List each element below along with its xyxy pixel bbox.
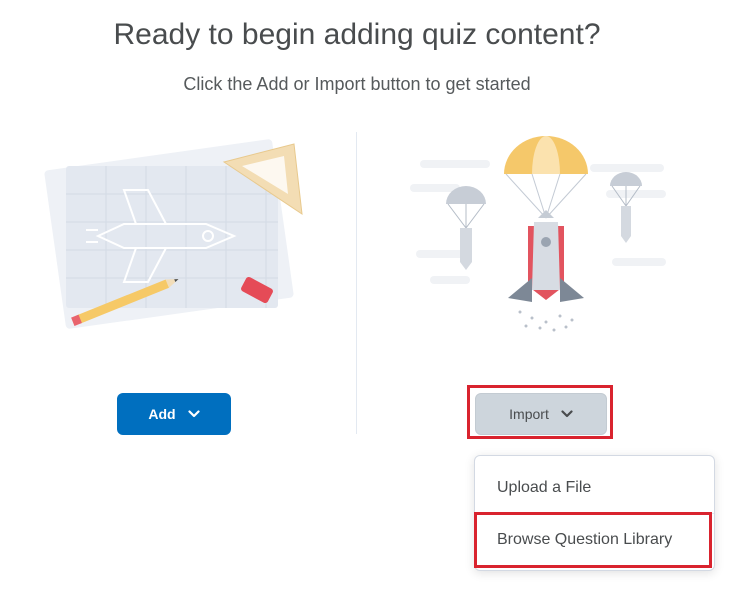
import-button-highlight (467, 385, 613, 439)
add-button-label: Add (148, 406, 176, 422)
browse-question-library-highlight (474, 512, 712, 568)
page-title: Ready to begin adding quiz content? (113, 18, 601, 51)
section-divider (356, 132, 357, 434)
page-subtitle: Click the Add or Import button to get st… (183, 74, 531, 94)
add-button[interactable]: Add (117, 393, 231, 435)
rocket-parachute-illustration (410, 136, 666, 332)
menu-item-upload-file[interactable]: Upload a File (475, 462, 714, 514)
menu-item-label: Upload a File (497, 479, 592, 496)
blueprint-illustration (44, 139, 303, 329)
chevron-down-icon (188, 410, 200, 418)
